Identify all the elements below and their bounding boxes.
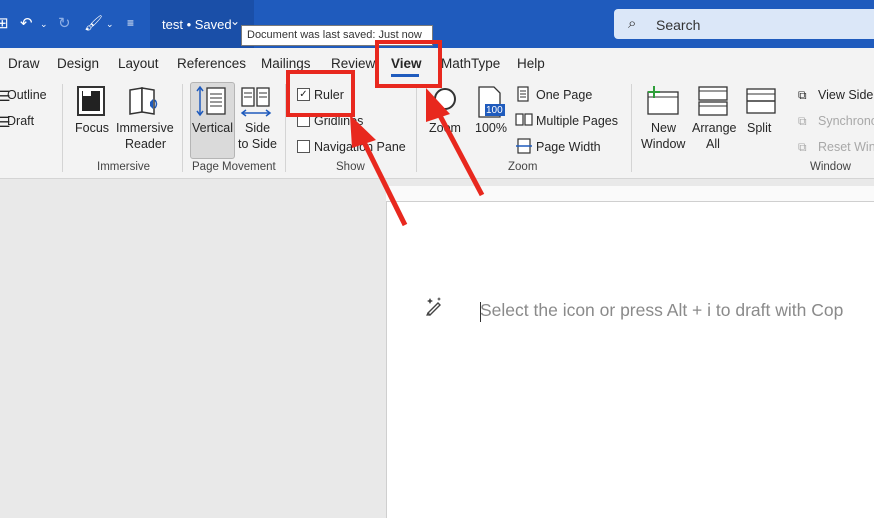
annotation-arrow-ruler <box>359 136 408 227</box>
annotation-arrows <box>350 88 485 227</box>
annotation-arrow-view <box>434 108 485 197</box>
annotation-arrowhead-ruler <box>350 115 376 148</box>
annotation-arrowhead-view <box>426 88 450 122</box>
